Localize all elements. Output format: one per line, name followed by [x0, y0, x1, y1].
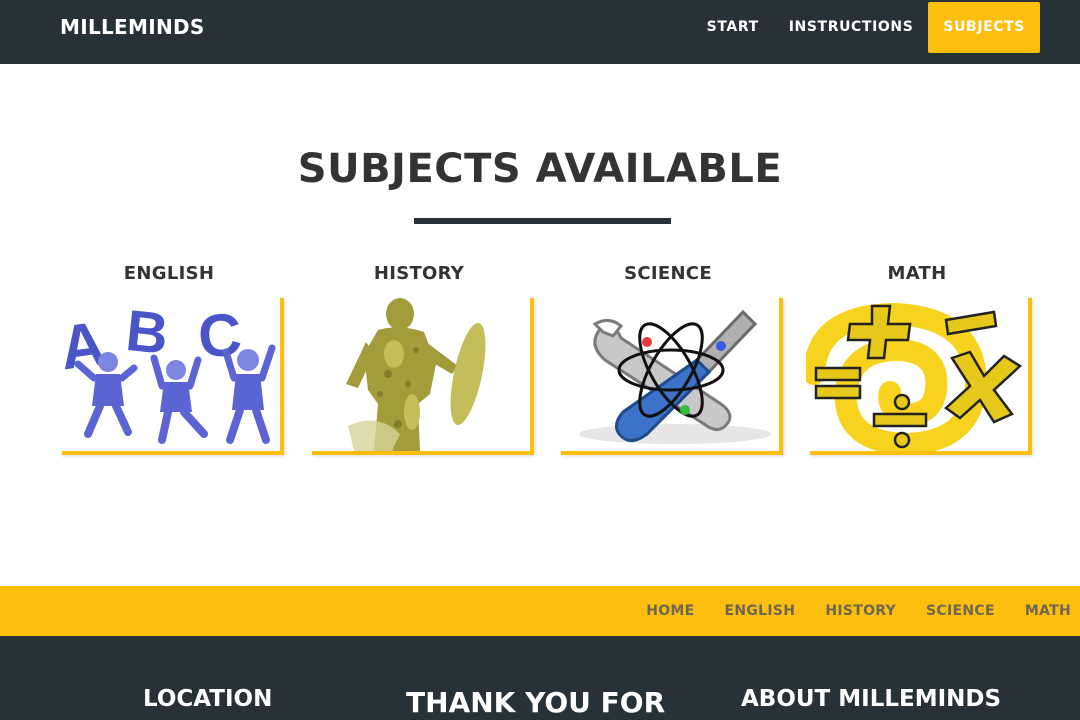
top-navbar: MILLEMINDS START INSTRUCTIONS SUBJECTS — [0, 0, 1080, 64]
nav-links: START INSTRUCTIONS SUBJECTS — [692, 2, 1040, 53]
subject-english: ENGLISH A B C — [58, 262, 280, 451]
subject-subnav: HOME ENGLISH HISTORY SCIENCE MATH — [0, 586, 1080, 636]
title-divider — [414, 218, 671, 224]
subnav-english[interactable]: ENGLISH — [710, 586, 811, 636]
nav-subjects[interactable]: SUBJECTS — [928, 2, 1040, 53]
page-title: SUBJECTS AVAILABLE — [297, 146, 783, 192]
subject-card-english[interactable]: A B C — [58, 294, 280, 451]
abc-kids-icon: A B C — [58, 294, 280, 451]
subject-label-science: SCIENCE — [624, 263, 712, 284]
subject-math: MATH — [806, 262, 1028, 451]
subnav-math[interactable]: MATH — [1010, 586, 1080, 636]
svg-text:B: B — [123, 298, 171, 367]
subnav-links: HOME ENGLISH HISTORY SCIENCE MATH — [631, 586, 1080, 636]
svg-text:C: C — [196, 300, 244, 370]
subject-science: SCIENCE — [557, 262, 779, 451]
footer-heading-location: LOCATION — [143, 686, 273, 712]
subject-label-history: HISTORY — [373, 263, 465, 284]
subject-label-english: ENGLISH — [123, 263, 215, 284]
subject-card-math[interactable] — [806, 294, 1028, 451]
brand-logo[interactable]: MILLEMINDS — [60, 15, 205, 39]
atom-tools-icon — [557, 294, 779, 451]
subject-label-math: MATH — [887, 263, 947, 284]
footer-heading-thanks: THANK YOU FOR — [406, 686, 666, 719]
nav-instructions[interactable]: INSTRUCTIONS — [774, 2, 929, 53]
subnav-science[interactable]: SCIENCE — [911, 586, 1010, 636]
subject-history: HISTORY — [308, 262, 530, 451]
footer-heading-about: ABOUT MILLEMINDS — [741, 686, 1002, 712]
subnav-home[interactable]: HOME — [631, 586, 709, 636]
subject-card-history[interactable] — [308, 294, 530, 451]
statue-icon — [308, 294, 530, 451]
subnav-history[interactable]: HISTORY — [810, 586, 911, 636]
footer: LOCATION THANK YOU FOR ABOUT MILLEMINDS — [0, 636, 1080, 720]
nav-start[interactable]: START — [692, 2, 774, 53]
math-symbols-icon — [806, 294, 1028, 451]
subject-card-science[interactable] — [557, 294, 779, 451]
